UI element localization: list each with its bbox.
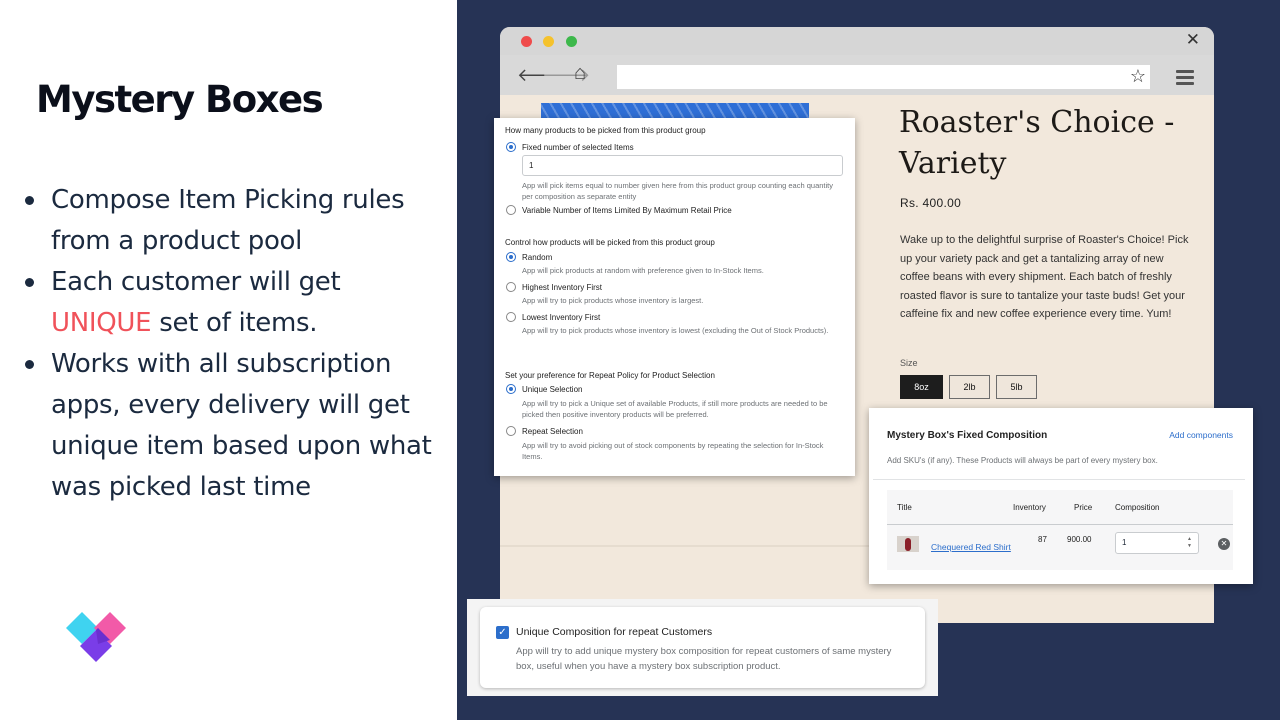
product-title: Roaster's Choice - Variety: [899, 105, 1175, 181]
heart-logo-icon: [66, 612, 126, 662]
composition-quantity-input[interactable]: 1 ▲ ▼: [1115, 532, 1199, 554]
close-window-dot[interactable]: [521, 36, 532, 47]
column-header-composition: Composition: [1115, 503, 1160, 512]
slide-title: Mystery Boxes: [36, 78, 324, 121]
bullet-dot: [25, 196, 34, 205]
fixed-number-input[interactable]: 1: [522, 155, 843, 176]
control-heading: Control how products will be picked from…: [505, 238, 715, 247]
highest-inventory-radio[interactable]: [506, 282, 516, 292]
browser-titlebar: ✕: [500, 27, 1214, 55]
fixed-composition-card: Mystery Box's Fixed Composition Add comp…: [869, 408, 1253, 584]
feature-item: Compose Item Picking rules from a produc…: [22, 180, 442, 262]
variable-number-label: Variable Number of Items Limited By Maxi…: [522, 206, 732, 215]
feature-list: Compose Item Picking rules from a produc…: [22, 180, 442, 508]
composition-table: Title Inventory Price Composition Cheque…: [887, 490, 1233, 570]
unique-composition-panel: ✓ Unique Composition for repeat Customer…: [467, 599, 938, 696]
quantity-stepper-icon[interactable]: ▲ ▼: [1185, 536, 1194, 550]
column-header-title: Title: [897, 503, 912, 512]
hamburger-menu-icon[interactable]: [1176, 70, 1194, 85]
feature-text: Compose Item Picking rules from a produc…: [51, 185, 405, 256]
random-label: Random: [522, 253, 553, 262]
lowest-inventory-help: App will try to pick products whose inve…: [522, 326, 829, 335]
component-name-link[interactable]: Chequered Red Shirt: [931, 542, 1011, 552]
count-heading: How many products to be picked from this…: [505, 126, 706, 135]
checkbox-checked-icon[interactable]: ✓: [496, 626, 509, 639]
browser-toolbar: 🡐 🡒 ⌂ ☆: [500, 55, 1214, 95]
address-bar[interactable]: [617, 65, 1150, 89]
unique-composition-help: App will try to add unique mystery box c…: [516, 646, 892, 672]
remove-icon[interactable]: ✕: [1218, 538, 1230, 550]
fixed-number-label: Fixed number of selected Items: [522, 143, 634, 152]
bullet-dot: [25, 278, 34, 287]
variable-number-radio[interactable]: [506, 205, 516, 215]
size-option-2lb[interactable]: 2lb: [949, 375, 990, 399]
picking-settings-card: How many products to be picked from this…: [494, 118, 855, 476]
add-components-link[interactable]: Add components: [1169, 430, 1233, 440]
product-description: Wake up to the delightful surprise of Ro…: [900, 234, 1189, 320]
feature-accent: UNIQUE: [51, 308, 152, 338]
slide-left-panel: Mystery Boxes Compose Item Picking rules…: [0, 0, 457, 720]
unique-composition-label: Unique Composition for repeat Customers: [516, 626, 713, 638]
unique-selection-label: Unique Selection: [522, 385, 583, 394]
column-header-inventory: Inventory: [1013, 503, 1046, 512]
composition-title: Mystery Box's Fixed Composition: [887, 430, 1048, 441]
component-price: 900.00: [1067, 535, 1092, 544]
home-icon[interactable]: ⌂: [574, 62, 586, 85]
feature-text: Works with all subscription apps, every …: [51, 349, 432, 502]
feature-text: Each customer will get: [51, 267, 341, 297]
fixed-number-help: App will pick items equal to number give…: [522, 181, 834, 201]
lowest-inventory-radio[interactable]: [506, 312, 516, 322]
feature-text-end: set of items.: [151, 308, 318, 338]
component-inventory: 87: [1038, 535, 1047, 544]
feature-item: Works with all subscription apps, every …: [22, 344, 442, 508]
bullet-dot: [25, 360, 34, 369]
product-thumbnail: [897, 536, 919, 552]
close-icon[interactable]: ✕: [1186, 30, 1200, 50]
repeat-heading: Set your preference for Repeat Policy fo…: [505, 371, 715, 380]
composition-quantity-value: 1: [1122, 538, 1127, 547]
divider: [873, 479, 1245, 480]
random-radio[interactable]: [506, 252, 516, 262]
size-option-5lb[interactable]: 5lb: [996, 375, 1037, 399]
random-help: App will pick products at random with pr…: [522, 266, 764, 275]
lowest-inventory-label: Lowest Inventory First: [522, 313, 601, 322]
column-header-price: Price: [1074, 503, 1093, 512]
highest-inventory-label: Highest Inventory First: [522, 283, 603, 292]
unique-selection-radio[interactable]: [506, 384, 516, 394]
fixed-number-radio[interactable]: [506, 142, 516, 152]
highest-inventory-help: App will try to pick products whose inve…: [522, 296, 704, 305]
size-label: Size: [900, 358, 918, 368]
star-icon[interactable]: ☆: [1130, 66, 1146, 87]
product-price: Rs. 400.00: [900, 196, 962, 210]
repeat-selection-label: Repeat Selection: [522, 427, 583, 436]
repeat-selection-help: App will try to avoid picking out of sto…: [522, 441, 824, 461]
repeat-selection-radio[interactable]: [506, 426, 516, 436]
minimize-window-dot[interactable]: [543, 36, 554, 47]
feature-item: Each customer will get UNIQUE set of ite…: [22, 262, 442, 344]
unique-composition-card: ✓ Unique Composition for repeat Customer…: [480, 607, 925, 688]
header-divider: [887, 524, 1233, 525]
size-option-8oz[interactable]: 8oz: [900, 375, 943, 399]
composition-help: Add SKU's (if any). These Products will …: [887, 456, 1158, 465]
unique-selection-help: App will try to pick a Unique set of ava…: [522, 399, 828, 419]
maximize-window-dot[interactable]: [566, 36, 577, 47]
